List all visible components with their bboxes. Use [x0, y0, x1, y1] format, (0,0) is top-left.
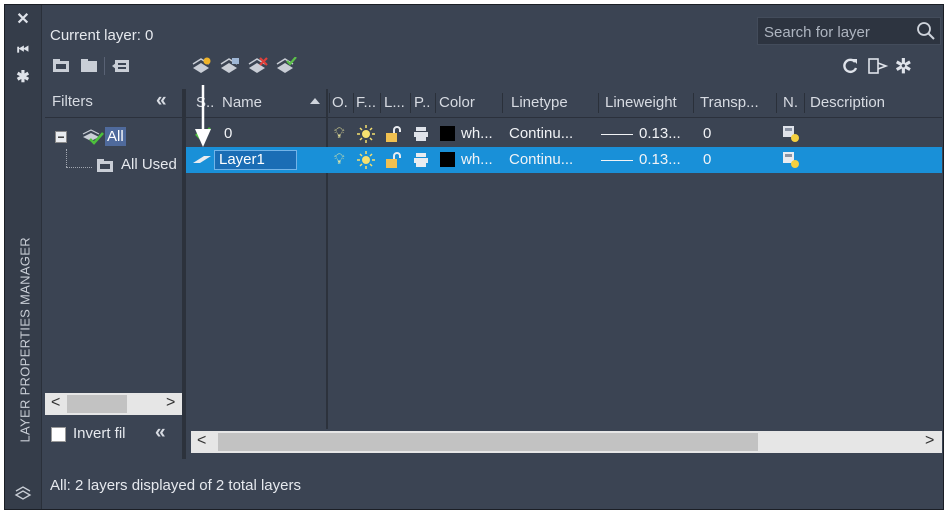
layer-row-selected[interactable]: Layer1 💡︎ wh... Continu... 0.13... 0: [186, 147, 942, 173]
layers-icon: [14, 483, 32, 501]
header-divider: [693, 93, 694, 113]
layer-lineweight[interactable]: 0.13...: [639, 151, 681, 168]
column-on[interactable]: O.: [332, 94, 348, 111]
layer-transparency[interactable]: 0: [703, 151, 711, 168]
unlocked-icon[interactable]: [384, 151, 402, 169]
new-vp-freeze-icon[interactable]: [782, 151, 800, 169]
toolbar-divider: [104, 57, 105, 75]
sun-thawed-icon[interactable]: [357, 125, 375, 143]
collapse-node-icon[interactable]: [55, 131, 67, 143]
current-layer-label: Current layer: 0: [50, 27, 154, 44]
scroll-left-icon[interactable]: <: [51, 394, 60, 412]
column-transparency[interactable]: Transp...: [700, 94, 759, 111]
header-divider: [598, 93, 599, 113]
new-group-filter-icon[interactable]: [79, 57, 101, 75]
properties-icon[interactable]: ✱: [14, 69, 32, 87]
lineweight-sample: [601, 160, 633, 161]
layer-transparency[interactable]: 0: [703, 125, 711, 142]
column-plot[interactable]: P..: [414, 94, 430, 111]
header-divider: [435, 93, 436, 113]
layer-color[interactable]: wh...: [461, 151, 493, 168]
invert-filter-label: Invert fil: [73, 425, 126, 442]
palette-title-strip: ✕ ⏮ ✱ LAYER PROPERTIES MANAGER: [5, 5, 42, 509]
grid-header-row: S.. Name O. F... L... P.. Color Linetype…: [186, 89, 942, 118]
search-box[interactable]: [757, 17, 941, 45]
filters-header: Filters «: [45, 89, 182, 118]
collapse-filters-button[interactable]: «: [156, 90, 167, 112]
new-layer-icon[interactable]: [191, 57, 213, 75]
lightbulb-on-icon[interactable]: 💡︎: [334, 151, 345, 168]
header-divider: [380, 93, 381, 113]
lightbulb-on-icon[interactable]: 💡︎: [334, 125, 345, 142]
scroll-thumb[interactable]: [67, 395, 127, 413]
tree-item-all-used-layers-label: All Used Layers: [121, 156, 183, 173]
refresh-icon[interactable]: [839, 57, 861, 75]
tree-connector: [66, 167, 92, 169]
layer-color[interactable]: wh...: [461, 125, 493, 142]
column-new-vp-freeze[interactable]: N.: [783, 94, 798, 111]
header-divider: [502, 93, 503, 113]
palette-title: LAYER PROPERTIES MANAGER: [17, 237, 33, 443]
lineweight-sample: [601, 134, 633, 135]
filters-horizontal-scrollbar[interactable]: < >: [45, 393, 182, 415]
sun-thawed-icon[interactable]: [357, 151, 375, 169]
layer-status-icon: [193, 156, 211, 163]
scroll-right-icon[interactable]: >: [925, 432, 934, 450]
layer-dialog-icon[interactable]: [867, 57, 889, 75]
layer-name[interactable]: Layer1: [219, 151, 265, 168]
layer-states-manager-icon[interactable]: [111, 57, 133, 75]
search-icon[interactable]: [916, 21, 936, 41]
new-vp-freeze-icon[interactable]: [782, 125, 800, 143]
close-icon[interactable]: ✕: [14, 11, 32, 29]
plot-printer-icon[interactable]: [413, 126, 429, 142]
search-input[interactable]: [762, 21, 916, 43]
column-linetype[interactable]: Linetype: [511, 94, 568, 111]
auto-hide-icon[interactable]: ⏮: [14, 41, 32, 59]
set-current-icon[interactable]: [275, 57, 297, 75]
layer-properties-manager-window: ✕ ⏮ ✱ LAYER PROPERTIES MANAGER Current l…: [4, 4, 944, 510]
layer-linetype[interactable]: Continu...: [509, 151, 573, 168]
layer-lineweight[interactable]: 0.13...: [639, 125, 681, 142]
scroll-thumb[interactable]: [218, 433, 758, 451]
grid-horizontal-scrollbar[interactable]: < >: [191, 431, 942, 453]
collapse-filters-bottom-button[interactable]: «: [155, 422, 166, 444]
annotation-arrow: [195, 85, 211, 147]
unlocked-icon[interactable]: [384, 125, 402, 143]
settings-gear-icon[interactable]: ✲: [895, 54, 912, 79]
column-color[interactable]: Color: [439, 94, 475, 111]
filters-title: Filters: [52, 93, 93, 110]
header-divider: [329, 93, 330, 113]
color-swatch[interactable]: [440, 126, 455, 141]
column-name[interactable]: Name: [222, 94, 262, 111]
invert-filter-box[interactable]: [51, 427, 66, 442]
delete-layer-icon[interactable]: [247, 57, 269, 75]
filter-all-icon: [82, 129, 104, 145]
plot-printer-icon[interactable]: [413, 152, 429, 168]
header-divider: [353, 93, 354, 113]
layer-row[interactable]: 0 💡︎ wh... Continu... 0.13... 0: [186, 121, 942, 147]
new-property-filter-icon[interactable]: [51, 57, 73, 75]
layer-list-grid: S.. Name O. F... L... P.. Color Linetype…: [186, 89, 942, 429]
color-swatch[interactable]: [440, 152, 455, 167]
tree-item-all-used-layers[interactable]: All Used Layers: [95, 155, 183, 177]
scroll-left-icon[interactable]: <: [197, 432, 206, 450]
layer-linetype[interactable]: Continu...: [509, 125, 573, 142]
scroll-right-icon[interactable]: >: [166, 394, 175, 412]
column-description[interactable]: Description: [810, 94, 885, 111]
tree-item-all-label: All: [105, 127, 126, 146]
column-freeze[interactable]: F...: [356, 94, 376, 111]
header-divider: [804, 93, 805, 113]
tree-connector: [66, 149, 68, 167]
column-lock[interactable]: L...: [384, 94, 405, 111]
filter-folder-icon: [97, 159, 113, 172]
column-lineweight[interactable]: Lineweight: [605, 94, 677, 111]
status-text: All: 2 layers displayed of 2 total layer…: [50, 477, 301, 494]
header-divider: [776, 93, 777, 113]
new-layer-vp-frozen-icon[interactable]: [219, 57, 241, 75]
layer-name[interactable]: 0: [224, 125, 232, 142]
sort-ascending-icon: [310, 98, 320, 104]
header-divider: [410, 93, 411, 113]
